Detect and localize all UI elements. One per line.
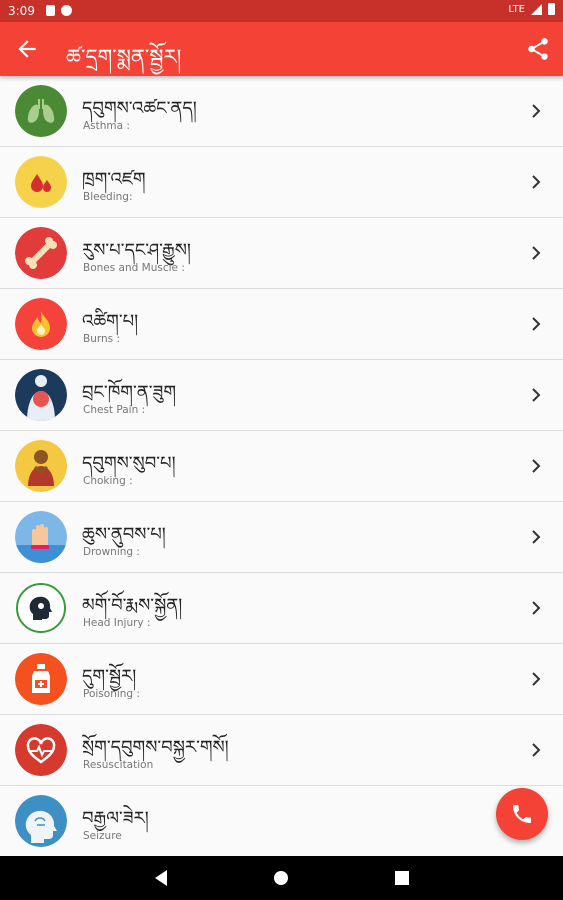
share-icon[interactable] — [525, 36, 551, 62]
head-icon — [15, 582, 67, 634]
nav-home-icon[interactable] — [272, 869, 290, 887]
chevron-right-icon — [532, 459, 541, 473]
item-english-label: Resuscitation — [83, 759, 154, 771]
status-bar: 3:09 LTE — [0, 0, 563, 22]
chevron-right-icon — [532, 530, 541, 544]
system-nav-bar — [0, 856, 563, 900]
nav-back-icon[interactable] — [153, 869, 169, 887]
sd-card-icon — [46, 5, 55, 16]
list-item-poisoning[interactable]: དུག་སྦྱོར། Poisoning : — [0, 644, 563, 715]
item-english-label: Burns : — [83, 333, 120, 345]
list-item-burns[interactable]: འཚིག་པ། Burns : — [0, 289, 563, 360]
back-arrow-icon[interactable] — [14, 36, 40, 62]
item-english-label: Bones and Muscle : — [83, 262, 185, 274]
item-english-label: Head Injury : — [83, 617, 151, 629]
brain-head-icon — [15, 795, 67, 847]
chevron-right-icon — [532, 246, 541, 260]
chevron-right-icon — [532, 601, 541, 615]
sync-icon — [61, 5, 72, 16]
signal-icon — [531, 3, 542, 15]
item-english-label: Chest Pain : — [83, 404, 146, 416]
phone-icon — [513, 805, 531, 823]
nav-recents-icon[interactable] — [394, 869, 410, 887]
item-english-label: Drowning : — [83, 546, 140, 558]
chevron-right-icon — [532, 672, 541, 686]
choking-person-icon — [15, 440, 67, 492]
chevron-right-icon — [532, 743, 541, 757]
list-item-seizure[interactable]: བརྒྱལ་ཟེར། Seizure — [0, 786, 563, 856]
status-right: LTE — [508, 3, 555, 15]
battery-icon — [548, 3, 555, 15]
topic-list: དབུགས་འཚང་ནད། Asthma : ཁྲག་འཛག Bleeding:… — [0, 76, 563, 856]
chevron-right-icon — [532, 175, 541, 189]
list-item-choking[interactable]: དབུགས་སུབ་པ། Choking : — [0, 431, 563, 502]
list-item-drowning[interactable]: ཆུས་ནུབས་པ། Drowning : — [0, 502, 563, 573]
drowning-hand-icon — [15, 511, 67, 563]
blood-drop-icon — [15, 156, 67, 208]
chevron-right-icon — [532, 388, 541, 402]
poison-bottle-icon — [15, 653, 67, 705]
network-type: LTE — [508, 3, 525, 15]
app-bar: ཚ་དྲག་སྨན་སྦྱོར། — [0, 22, 563, 76]
item-english-label: Choking : — [83, 475, 133, 487]
list-item-bleeding[interactable]: ཁྲག་འཛག Bleeding: — [0, 147, 563, 218]
fire-icon — [15, 298, 67, 350]
list-item-chest-pain[interactable]: བྲང་ཁོག་ན་ཟུག Chest Pain : — [0, 360, 563, 431]
lungs-icon — [15, 85, 67, 137]
bone-icon — [15, 227, 67, 279]
status-time: 3:09 — [8, 4, 35, 18]
call-fab-button[interactable] — [496, 788, 548, 840]
item-english-label: Asthma : — [83, 120, 130, 132]
list-item-head-injury[interactable]: མགོ་བོ་རྨས་སྐྱོན། Head Injury : — [0, 573, 563, 644]
item-english-label: Bleeding: — [83, 191, 133, 203]
page-title: ཚ་དྲག་སྨན་སྦྱོར། — [66, 45, 182, 69]
item-english-label: Seizure — [83, 830, 122, 842]
list-item-bones-muscle[interactable]: རུས་པ་དང་ཤ་རྒྱུས། Bones and Muscle : — [0, 218, 563, 289]
chevron-right-icon — [532, 104, 541, 118]
item-english-label: Poisoning : — [83, 688, 140, 700]
chest-icon — [15, 369, 67, 421]
notification-icons — [46, 5, 72, 16]
chevron-right-icon — [532, 317, 541, 331]
list-item-resuscitation[interactable]: སྲོག་དབུགས་བསྐྱར་གསོ། Resuscitation — [0, 715, 563, 786]
heart-pulse-icon — [15, 724, 67, 776]
